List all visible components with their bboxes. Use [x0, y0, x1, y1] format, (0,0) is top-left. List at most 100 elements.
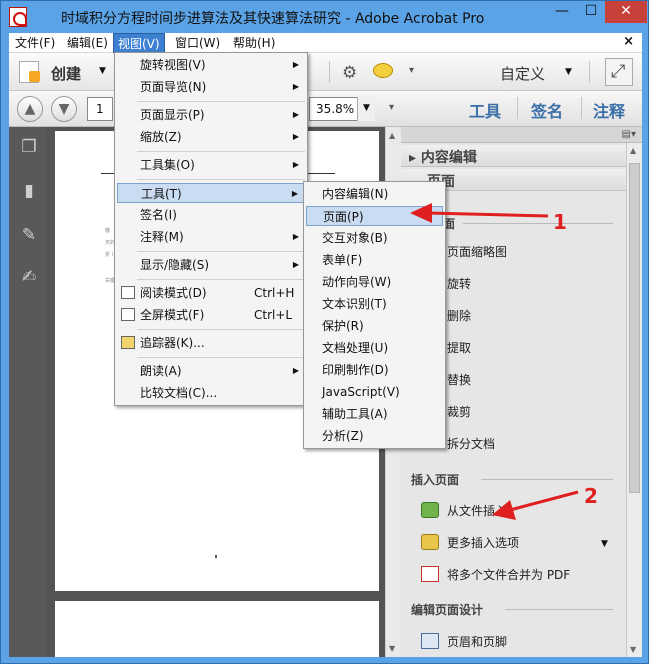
submenu-arrow-icon: ▶ [292, 132, 299, 141]
chevron-down-icon[interactable]: ▼ [601, 539, 608, 549]
tab-divider [517, 97, 518, 119]
maximize-button[interactable]: ☐ [577, 1, 605, 23]
tools-pane-header: ▤▾ [401, 127, 642, 143]
tab-comment[interactable]: 注释 [593, 98, 625, 122]
zoom-dropdown-icon[interactable]: ▼ [357, 97, 375, 121]
tools-menu-print-production[interactable]: 印刷制作(D) [306, 360, 443, 380]
annotation-number-1: 1 [553, 210, 567, 234]
menu-separator [137, 179, 305, 180]
insert-file-icon [421, 502, 439, 518]
gear-icon[interactable]: ⚙ [342, 63, 357, 83]
document-text: 折 ⅰ [105, 252, 113, 258]
view-menu-page-navigation[interactable]: 页面导览(N) ▶ [117, 77, 305, 97]
document-text: 敬 [105, 228, 111, 234]
scroll-up-icon[interactable]: ▲ [389, 131, 395, 140]
view-menu-full-screen[interactable]: 全屏模式(F) Ctrl+L [117, 305, 305, 325]
page-thumbnails-icon[interactable]: ❐ [19, 137, 39, 157]
tools-menu-forms[interactable]: 表单(F) [306, 250, 443, 270]
tab-sign[interactable]: 签名 [531, 98, 563, 122]
view-menu-read-mode[interactable]: 阅读模式(D) Ctrl+H [117, 283, 305, 303]
comment-icon[interactable] [373, 63, 393, 78]
attachment-icon[interactable]: ✎ [19, 225, 39, 245]
window-bottom-border [9, 657, 642, 663]
annotation-number-2: 2 [584, 484, 598, 508]
subsection-design-title: 编辑页面设计 [411, 603, 484, 617]
scroll-down-icon[interactable]: ▼ [630, 645, 636, 654]
subsection-divider [463, 223, 613, 224]
combine-pdf-icon [421, 566, 439, 582]
navigation-toolbar: ▲ ▼ 1 35.8% ▼ ▾ 工具 签名 注释 [9, 91, 642, 127]
menu-view[interactable]: 视图(V) [113, 33, 165, 53]
menu-separator [137, 251, 305, 252]
menu-help[interactable]: 帮助(H) [229, 33, 279, 53]
scrollbar-thumb[interactable] [629, 163, 640, 493]
toolbar-options-icon[interactable]: ▾ [409, 65, 414, 76]
menu-separator [137, 329, 305, 330]
menu-separator [137, 357, 305, 358]
acrobat-window: 时域积分方程时间步进算法及其快速算法研究 - Adobe Acrobat Pro… [0, 0, 649, 664]
next-page-button[interactable]: ▼ [51, 96, 77, 122]
view-menu-comment[interactable]: 注释(M) ▶ [117, 227, 305, 247]
previous-page-button[interactable]: ▲ [17, 96, 43, 122]
view-menu-compare-documents[interactable]: 比较文档(C)... [117, 383, 305, 403]
subsection-divider [505, 609, 613, 610]
menu-separator [137, 151, 305, 152]
read-mode-icon [121, 286, 135, 299]
tab-tools[interactable]: 工具 [469, 98, 501, 122]
tools-menu-action-wizard[interactable]: 动作向导(W) [306, 272, 443, 292]
view-menu-rotate-view[interactable]: 旋转视图(V) ▶ [117, 55, 305, 75]
window-title: 时域积分方程时间步进算法及其快速算法研究 - Adobe Acrobat Pro [61, 11, 485, 27]
header-footer-item[interactable]: 页眉和页脚 [421, 631, 507, 653]
insert-options-icon [421, 534, 439, 550]
view-menu-read-aloud[interactable]: 朗读(A) ▶ [117, 361, 305, 381]
scroll-up-icon[interactable]: ▲ [630, 146, 636, 155]
view-menu-tracker[interactable]: 追踪器(K)... [117, 333, 305, 353]
view-menu-sign[interactable]: 签名(I) [117, 205, 305, 225]
menu-window[interactable]: 窗口(W) [171, 33, 224, 53]
insert-from-file-item[interactable]: 从文件插入 [421, 500, 507, 522]
tools-menu-pages[interactable]: 页面(P) [306, 206, 443, 226]
combine-files-item[interactable]: 将多个文件合并为 PDF [421, 564, 570, 586]
more-insert-options-item[interactable]: 更多插入选项 [421, 532, 519, 554]
bookmark-icon[interactable]: ▮ [19, 181, 39, 201]
tools-submenu: 内容编辑(N) 页面(P) 交互对象(B) 表单(F) 动作向导(W) 文本识别… [303, 181, 446, 449]
tools-menu-content-edit[interactable]: 内容编辑(N) [306, 184, 443, 204]
expand-view-button[interactable] [605, 58, 633, 86]
scroll-down-icon[interactable]: ▼ [389, 644, 395, 653]
view-menu-page-display[interactable]: 页面显示(P) ▶ [117, 105, 305, 125]
submenu-arrow-icon: ▶ [292, 82, 299, 91]
toolbar-divider [589, 61, 590, 83]
page-number-input[interactable]: 1 [87, 97, 113, 121]
view-menu-show-hide[interactable]: 显示/隐藏(S) ▶ [117, 255, 305, 275]
menu-bar: 文件(F) 编辑(E) 视图(V) 窗口(W) 帮助(H) × [9, 33, 642, 53]
acrobat-app-icon [9, 7, 27, 27]
close-document-icon[interactable]: × [623, 34, 634, 49]
tools-menu-text-recognition[interactable]: 文本识别(T) [306, 294, 443, 314]
shortcut-label: Ctrl+L [254, 308, 293, 322]
create-button[interactable]: 创建 ▼ [15, 58, 107, 86]
signature-icon[interactable]: ✍ [19, 267, 39, 287]
tools-menu-protection[interactable]: 保护(R) [306, 316, 443, 336]
menu-edit[interactable]: 编辑(E) [63, 33, 112, 53]
pane-options-icon[interactable]: ▤▾ [622, 129, 636, 140]
tools-menu-interactive-objects[interactable]: 交互对象(B) [306, 228, 443, 248]
header-footer-icon [421, 633, 439, 649]
tools-menu-document-processing[interactable]: 文档处理(U) [306, 338, 443, 358]
close-window-button[interactable]: ✕ [605, 1, 647, 23]
minimize-button[interactable]: — [548, 1, 576, 23]
customize-dropdown[interactable]: 自定义 [500, 63, 545, 84]
menu-file[interactable]: 文件(F) [11, 33, 59, 53]
view-menu-tool-sets[interactable]: 工具集(O) ▶ [117, 155, 305, 175]
section-content-edit-title: ▸ 内容编辑 [409, 150, 477, 166]
section-content-edit[interactable]: ▸ 内容编辑 [401, 145, 626, 167]
view-menu-tools[interactable]: 工具(T) ▶ [117, 183, 305, 203]
tools-menu-javascript[interactable]: JavaScript(V) [306, 382, 443, 402]
toolbar-options-icon[interactable]: ▾ [389, 102, 394, 113]
view-menu-zoom[interactable]: 缩放(Z) ▶ [117, 127, 305, 147]
tools-pane-scrollbar[interactable]: ▲ ▼ [626, 143, 642, 657]
create-pdf-icon [19, 61, 40, 83]
tools-menu-analyze[interactable]: 分析(Z) [306, 426, 443, 446]
subsection-divider [481, 479, 613, 480]
subsection-insert-title: 插入页面 [411, 473, 460, 487]
tools-menu-accessibility[interactable]: 辅助工具(A) [306, 404, 443, 424]
